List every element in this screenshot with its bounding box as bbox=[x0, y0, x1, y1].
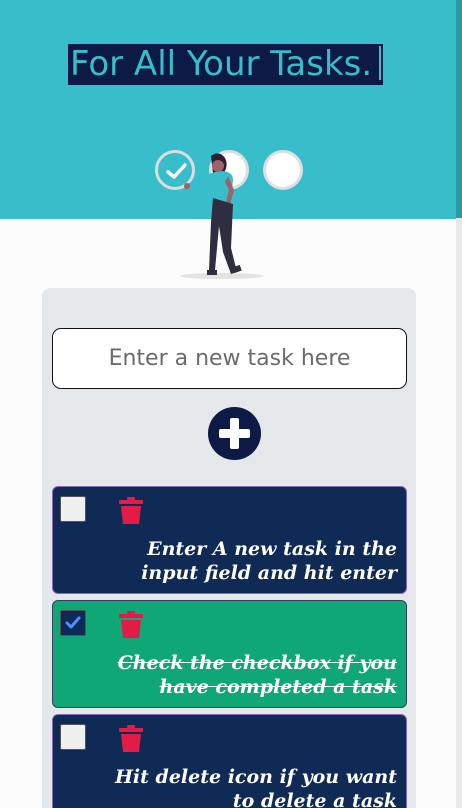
add-task-button[interactable] bbox=[208, 407, 261, 460]
typing-caret bbox=[379, 46, 382, 80]
new-task-input[interactable] bbox=[52, 328, 407, 389]
hero-headline-text: For All Your Tasks. bbox=[70, 44, 373, 84]
task-checkbox[interactable] bbox=[60, 496, 86, 522]
task-text: Check the checkbox if you have completed… bbox=[117, 652, 397, 698]
checkmark-icon bbox=[65, 616, 81, 629]
task-card: Enter A new task in the input field and … bbox=[52, 486, 407, 594]
task-card: Check the checkbox if you have completed… bbox=[52, 600, 407, 708]
task-text: Enter A new task in the input field and … bbox=[141, 538, 397, 584]
task-card: Hit delete icon if you want to delete a … bbox=[52, 714, 407, 808]
plus-icon bbox=[219, 418, 250, 449]
trash-icon[interactable] bbox=[119, 725, 143, 753]
task-checkbox[interactable] bbox=[60, 724, 86, 750]
scrollbar-thumb[interactable] bbox=[456, 0, 462, 218]
task-checkbox[interactable] bbox=[60, 610, 86, 636]
scrollbar[interactable] bbox=[456, 0, 462, 808]
trash-icon[interactable] bbox=[119, 611, 143, 639]
task-text: Hit delete icon if you want to delete a … bbox=[114, 766, 397, 808]
woman-illustration-icon bbox=[180, 153, 264, 279]
trash-icon[interactable] bbox=[119, 497, 143, 525]
hero-headline: For All Your Tasks. bbox=[68, 44, 384, 85]
